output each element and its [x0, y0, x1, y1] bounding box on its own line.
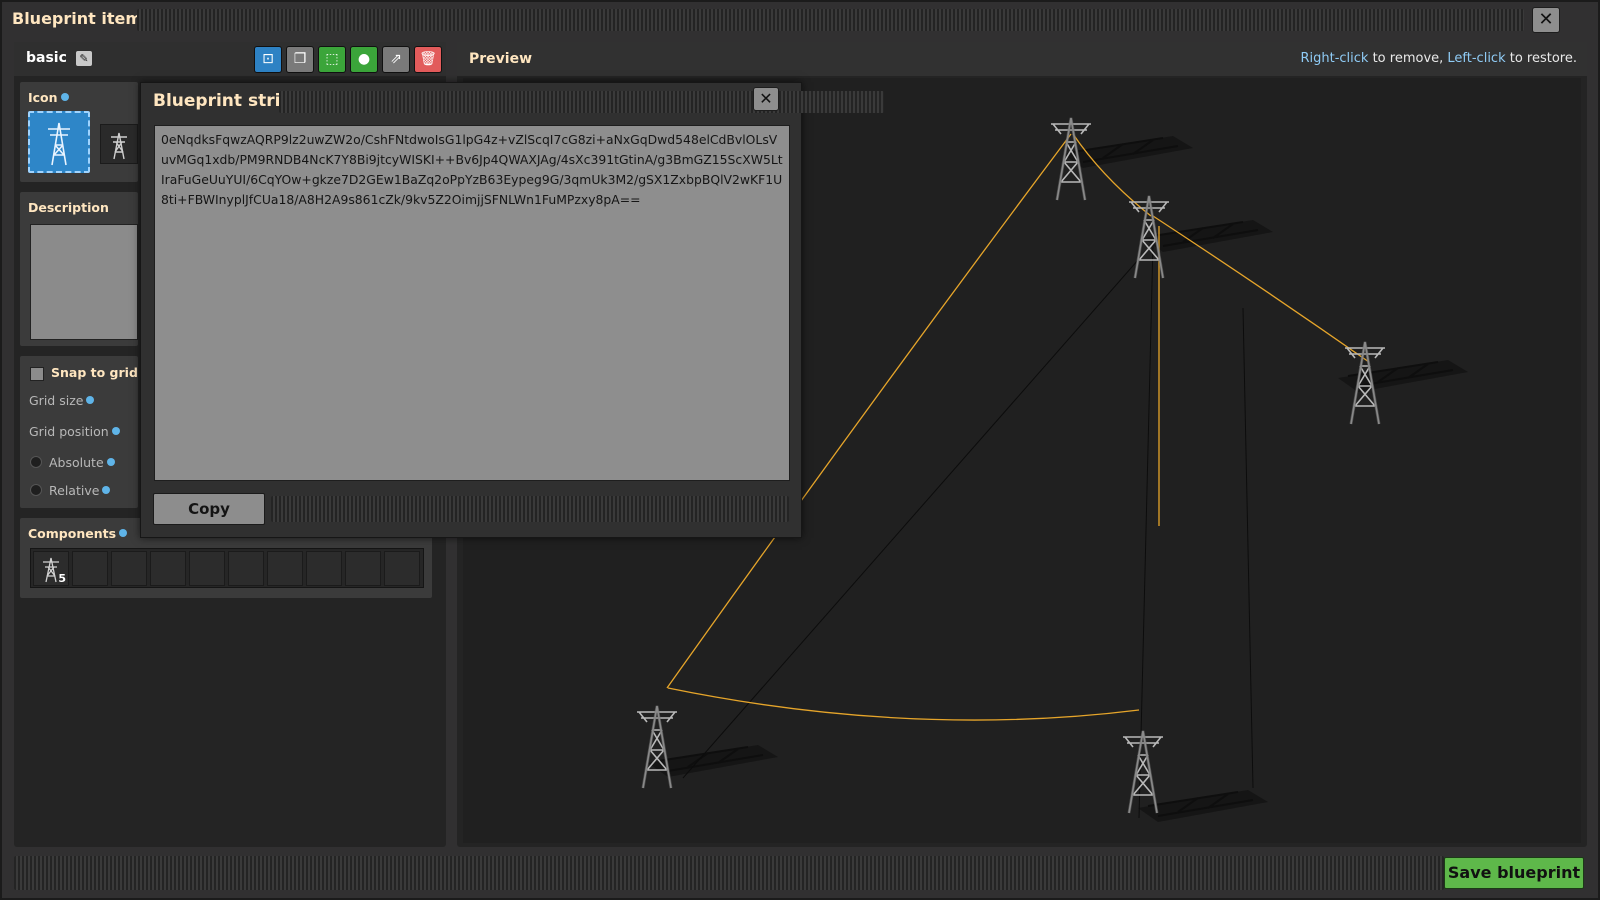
hint-right-click: Right-click [1300, 51, 1369, 66]
preview-header: Preview Right-click to remove, Left-clic… [457, 42, 1587, 76]
grid-settings-section: Snap to grid Grid size Grid position Abs… [20, 356, 138, 508]
preview-title: Preview [469, 51, 533, 67]
blueprint-item-window: Blueprint item ✕ basic ✎ ⊡ ❐ ⬚ ● ⇗ 🗑 Icon [0, 0, 1600, 900]
title-bar[interactable]: Blueprint item ✕ [2, 2, 1598, 38]
relative-radio[interactable] [30, 484, 42, 496]
select-area-button[interactable]: ⊡ [254, 46, 282, 73]
blueprint-string-dialog: Blueprint string ✕ 0eNqdksFqwzAQRP9lz2uw… [140, 82, 884, 538]
edit-name-icon[interactable]: ✎ [76, 51, 92, 66]
save-blueprint-button[interactable]: Save blueprint [1444, 857, 1584, 889]
component-slot-empty [384, 551, 420, 586]
icon-slot-primary[interactable] [28, 111, 90, 173]
info-icon [119, 529, 128, 537]
footer-drag-handle[interactable] [14, 856, 1444, 890]
component-slot-empty [72, 551, 108, 586]
info-icon [111, 427, 120, 435]
drag-handle[interactable] [137, 9, 1524, 31]
info-icon [86, 396, 95, 404]
icon-section: Icon [20, 82, 138, 182]
delete-button[interactable]: 🗑 [414, 46, 442, 73]
info-icon [106, 458, 115, 466]
component-count: 5 [58, 572, 66, 585]
select-area-icon: ⊡ [262, 51, 274, 67]
export-icon: ⇗ [390, 51, 402, 67]
icon-label: Icon [28, 90, 69, 105]
grid-position-label: Grid position [29, 424, 120, 439]
blueprint-name: basic [26, 50, 67, 66]
delete-icon: 🗑 [419, 51, 437, 67]
power-pole-icon [111, 132, 127, 160]
components-label: Components [28, 526, 128, 541]
window-title: Blueprint item [12, 9, 143, 28]
hint-remove-text: to remove, [1368, 51, 1448, 66]
duplicate-icon: ❐ [293, 51, 307, 67]
info-icon [60, 93, 69, 101]
snap-to-grid-checkbox[interactable] [30, 367, 44, 381]
relative-label: Relative [49, 483, 111, 498]
grid-size-label: Grid size [29, 393, 95, 408]
components-list: 5 [30, 548, 424, 588]
description-section: Description [20, 192, 138, 346]
absolute-label: Absolute [49, 455, 115, 470]
blueprint-string-textbox[interactable]: 0eNqdksFqwzAQRP9lz2uwZW2o/CshFNtdwoIsG1l… [154, 125, 790, 481]
dialog-drag-handle[interactable] [279, 91, 884, 113]
blueprint-book-button[interactable]: ● [350, 46, 378, 73]
component-slot-empty [306, 551, 342, 586]
copy-button[interactable]: Copy [153, 493, 265, 525]
description-textbox[interactable] [30, 224, 138, 340]
reassign-area-icon: ⬚ [325, 51, 339, 67]
component-slot-empty [267, 551, 303, 586]
export-button[interactable]: ⇗ [382, 46, 410, 73]
component-slot-empty [150, 551, 186, 586]
preview-hint: Right-click to remove, Left-click to res… [1300, 51, 1577, 66]
blueprint-book-icon: ● [357, 51, 371, 67]
info-icon [102, 486, 111, 494]
reassign-area-button[interactable]: ⬚ [318, 46, 346, 73]
window-close-button[interactable]: ✕ [1532, 7, 1560, 33]
duplicate-button[interactable]: ❐ [286, 46, 314, 73]
dialog-footer-drag-handle[interactable] [271, 496, 789, 522]
big-power-pole-icon [48, 122, 70, 166]
hint-left-click: Left-click [1447, 51, 1506, 66]
description-label: Description [28, 200, 109, 215]
absolute-radio[interactable] [30, 456, 42, 468]
component-slot-empty [189, 551, 225, 586]
icon-slot-secondary[interactable] [100, 124, 138, 164]
component-slot-empty [111, 551, 147, 586]
blueprint-header: basic ✎ ⊡ ❐ ⬚ ● ⇗ 🗑 [14, 42, 446, 76]
snap-to-grid-label: Snap to grid [51, 365, 138, 380]
component-slot-power-pole[interactable]: 5 [33, 551, 69, 586]
component-slot-empty [228, 551, 264, 586]
hint-restore-text: to restore. [1505, 51, 1577, 66]
dialog-close-button[interactable]: ✕ [753, 87, 779, 111]
component-slot-empty [345, 551, 381, 586]
